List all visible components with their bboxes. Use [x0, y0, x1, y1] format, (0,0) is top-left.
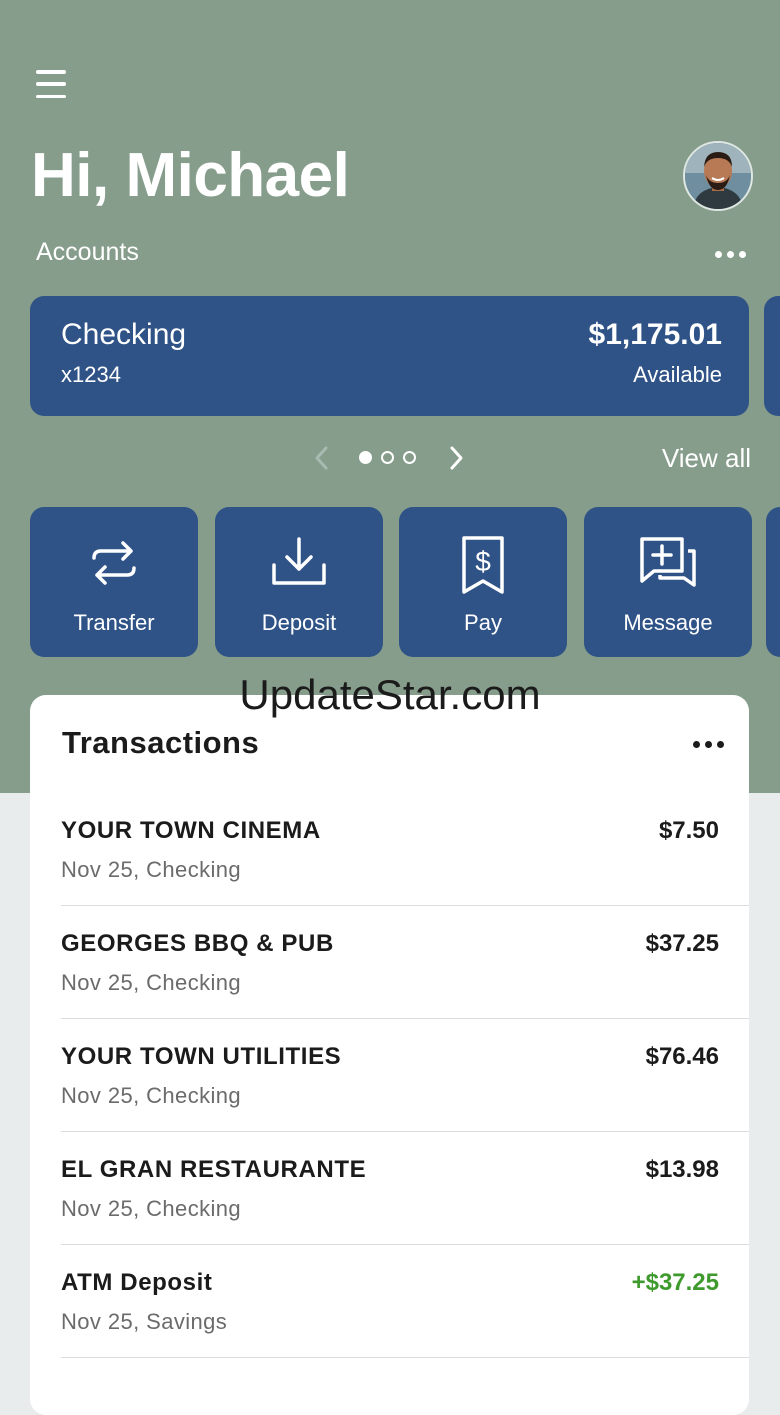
accounts-more-icon[interactable] — [715, 251, 746, 258]
transaction-row[interactable]: YOUR TOWN CINEMA Nov 25, Checking $7.50 — [61, 793, 749, 906]
account-balance: $1,175.01 — [588, 318, 722, 351]
transactions-title: Transactions — [62, 725, 260, 760]
next-action-tile-peek[interactable] — [766, 507, 780, 657]
greeting-title: Hi, Michael — [31, 141, 350, 210]
transaction-amount: $7.50 — [658, 817, 719, 844]
transactions-card: Transactions YOUR TOWN CINEMA Nov 25, Ch… — [30, 695, 749, 1415]
transaction-date-account: Nov 25, Checking — [61, 857, 242, 882]
message-label: Message — [623, 610, 713, 635]
transaction-merchant: YOUR TOWN CINEMA — [61, 817, 321, 844]
chevron-left-icon[interactable] — [313, 445, 331, 476]
transaction-date-account: Nov 25, Checking — [61, 970, 242, 995]
dollar-receipt-icon: $ — [460, 535, 506, 600]
transaction-amount: $37.25 — [645, 930, 719, 957]
transfer-label: Transfer — [73, 610, 155, 635]
view-all-link[interactable]: View all — [662, 443, 751, 474]
transaction-merchant: ATM Deposit — [61, 1269, 213, 1296]
transaction-row[interactable]: ATM Deposit Nov 25, Savings +$37.25 — [61, 1245, 749, 1358]
transfer-button[interactable]: Transfer — [30, 507, 198, 657]
pay-button[interactable]: $ Pay — [399, 507, 567, 657]
transaction-merchant: GEORGES BBQ & PUB — [61, 930, 334, 957]
download-tray-icon — [269, 535, 329, 596]
hamburger-menu-icon[interactable] — [36, 70, 70, 98]
transaction-list: YOUR TOWN CINEMA Nov 25, Checking $7.50 … — [61, 793, 749, 1358]
account-number: x1234 — [61, 362, 121, 387]
account-card-checking[interactable]: Checking x1234 $1,175.01 Available — [30, 296, 749, 416]
svg-text:$: $ — [475, 546, 491, 577]
transaction-row[interactable]: YOUR TOWN UTILITIES Nov 25, Checking $76… — [61, 1019, 749, 1132]
account-name: Checking — [61, 318, 187, 351]
accounts-label: Accounts — [36, 238, 139, 266]
chevron-right-icon[interactable] — [447, 445, 465, 476]
transaction-date-account: Nov 25, Checking — [61, 1196, 242, 1221]
transaction-amount: $76.46 — [645, 1043, 719, 1070]
transaction-merchant: EL GRAN RESTAURANTE — [61, 1156, 367, 1183]
pager-dot-active — [359, 451, 372, 464]
deposit-label: Deposit — [261, 610, 337, 635]
message-plus-icon — [638, 535, 698, 600]
message-button[interactable]: Message — [584, 507, 752, 657]
transactions-more-icon[interactable] — [693, 741, 724, 748]
transaction-merchant: YOUR TOWN UTILITIES — [61, 1043, 342, 1070]
pager-dot — [381, 451, 394, 464]
next-account-card-peek[interactable] — [764, 296, 780, 416]
transfer-arrows-icon — [89, 535, 139, 596]
pay-label: Pay — [464, 610, 502, 635]
transaction-amount-credit: +$37.25 — [631, 1269, 719, 1296]
transaction-amount: $13.98 — [645, 1156, 719, 1183]
account-balance-label: Available — [633, 362, 722, 387]
user-avatar[interactable] — [683, 141, 753, 211]
transaction-row[interactable]: EL GRAN RESTAURANTE Nov 25, Checking $13… — [61, 1132, 749, 1245]
transaction-date-account: Nov 25, Savings — [61, 1309, 228, 1334]
transaction-row[interactable]: GEORGES BBQ & PUB Nov 25, Checking $37.2… — [61, 906, 749, 1019]
account-pager-dots — [359, 451, 416, 464]
watermark-text: UpdateStar.com — [239, 671, 541, 718]
pager-dot — [403, 451, 416, 464]
transaction-date-account: Nov 25, Checking — [61, 1083, 242, 1108]
deposit-button[interactable]: Deposit — [215, 507, 383, 657]
